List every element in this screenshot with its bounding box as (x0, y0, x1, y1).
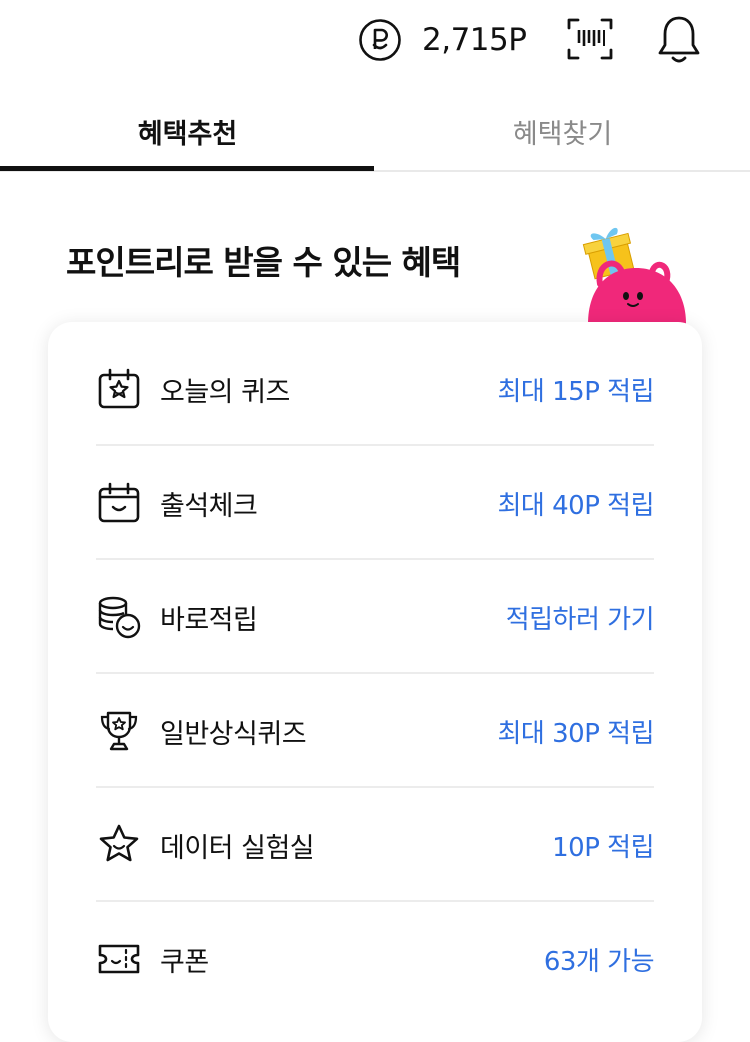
section-title: 포인트리로 받을 수 있는 혜택 (66, 243, 461, 282)
benefits-card: 오늘의 퀴즈 최대 15P 적립 출석체크 최대 40P 적립 바로적립 적립하… (48, 322, 702, 1042)
benefit-label: 쿠폰 (160, 946, 209, 978)
benefit-label: 출석체크 (160, 490, 258, 522)
benefit-action-link[interactable]: 63개 가능 (544, 941, 655, 978)
benefit-row-instant-earn[interactable]: 바로적립 적립하러 가기 (96, 560, 655, 674)
calendar-star-icon (98, 368, 140, 409)
bell-icon[interactable] (656, 14, 702, 66)
benefit-row-data-lab[interactable]: 데이터 실험실 10P 적립 (96, 788, 654, 902)
mascot-gift-illustration (582, 228, 686, 324)
benefit-label: 바로적립 (160, 604, 258, 636)
barcode-scan-icon[interactable] (566, 16, 614, 62)
benefit-row-coupon[interactable]: 쿠폰 63개 가능 (96, 902, 655, 1016)
tab-bar: 혜택추천 혜택찾기 (0, 92, 750, 172)
benefit-row-general-quiz[interactable]: 일반상식퀴즈 최대 30P 적립 (96, 674, 655, 788)
top-bar: 2,715P (0, 0, 750, 84)
benefit-action-link[interactable]: 적립하러 가기 (506, 599, 655, 636)
ticket-icon (98, 944, 140, 974)
benefit-label: 일반상식퀴즈 (160, 718, 307, 750)
points-value: 2,715P (422, 22, 527, 58)
benefit-action-link[interactable]: 최대 30P 적립 (498, 713, 655, 750)
active-tab-indicator (0, 166, 374, 171)
benefit-row-daily-quiz[interactable]: 오늘의 퀴즈 최대 15P 적립 (96, 332, 655, 446)
star-smile-icon (99, 824, 139, 862)
benefit-row-attendance[interactable]: 출석체크 최대 40P 적립 (96, 446, 655, 560)
benefit-action-link[interactable]: 최대 15P 적립 (498, 371, 655, 408)
benefit-label: 데이터 실험실 (160, 832, 315, 864)
tab-find[interactable]: 혜택찾기 (375, 92, 750, 170)
trophy-icon (100, 711, 138, 751)
points-display[interactable]: 2,715P (358, 16, 527, 64)
calendar-smile-icon (98, 482, 140, 523)
benefit-label: 오늘의 퀴즈 (160, 376, 290, 408)
benefit-action-link[interactable]: 최대 40P 적립 (498, 485, 655, 522)
benefit-action-link[interactable]: 10P 적립 (552, 827, 654, 864)
point-coin-icon (359, 19, 401, 61)
tab-recommended[interactable]: 혜택추천 (0, 92, 375, 170)
coins-icon (98, 596, 141, 639)
